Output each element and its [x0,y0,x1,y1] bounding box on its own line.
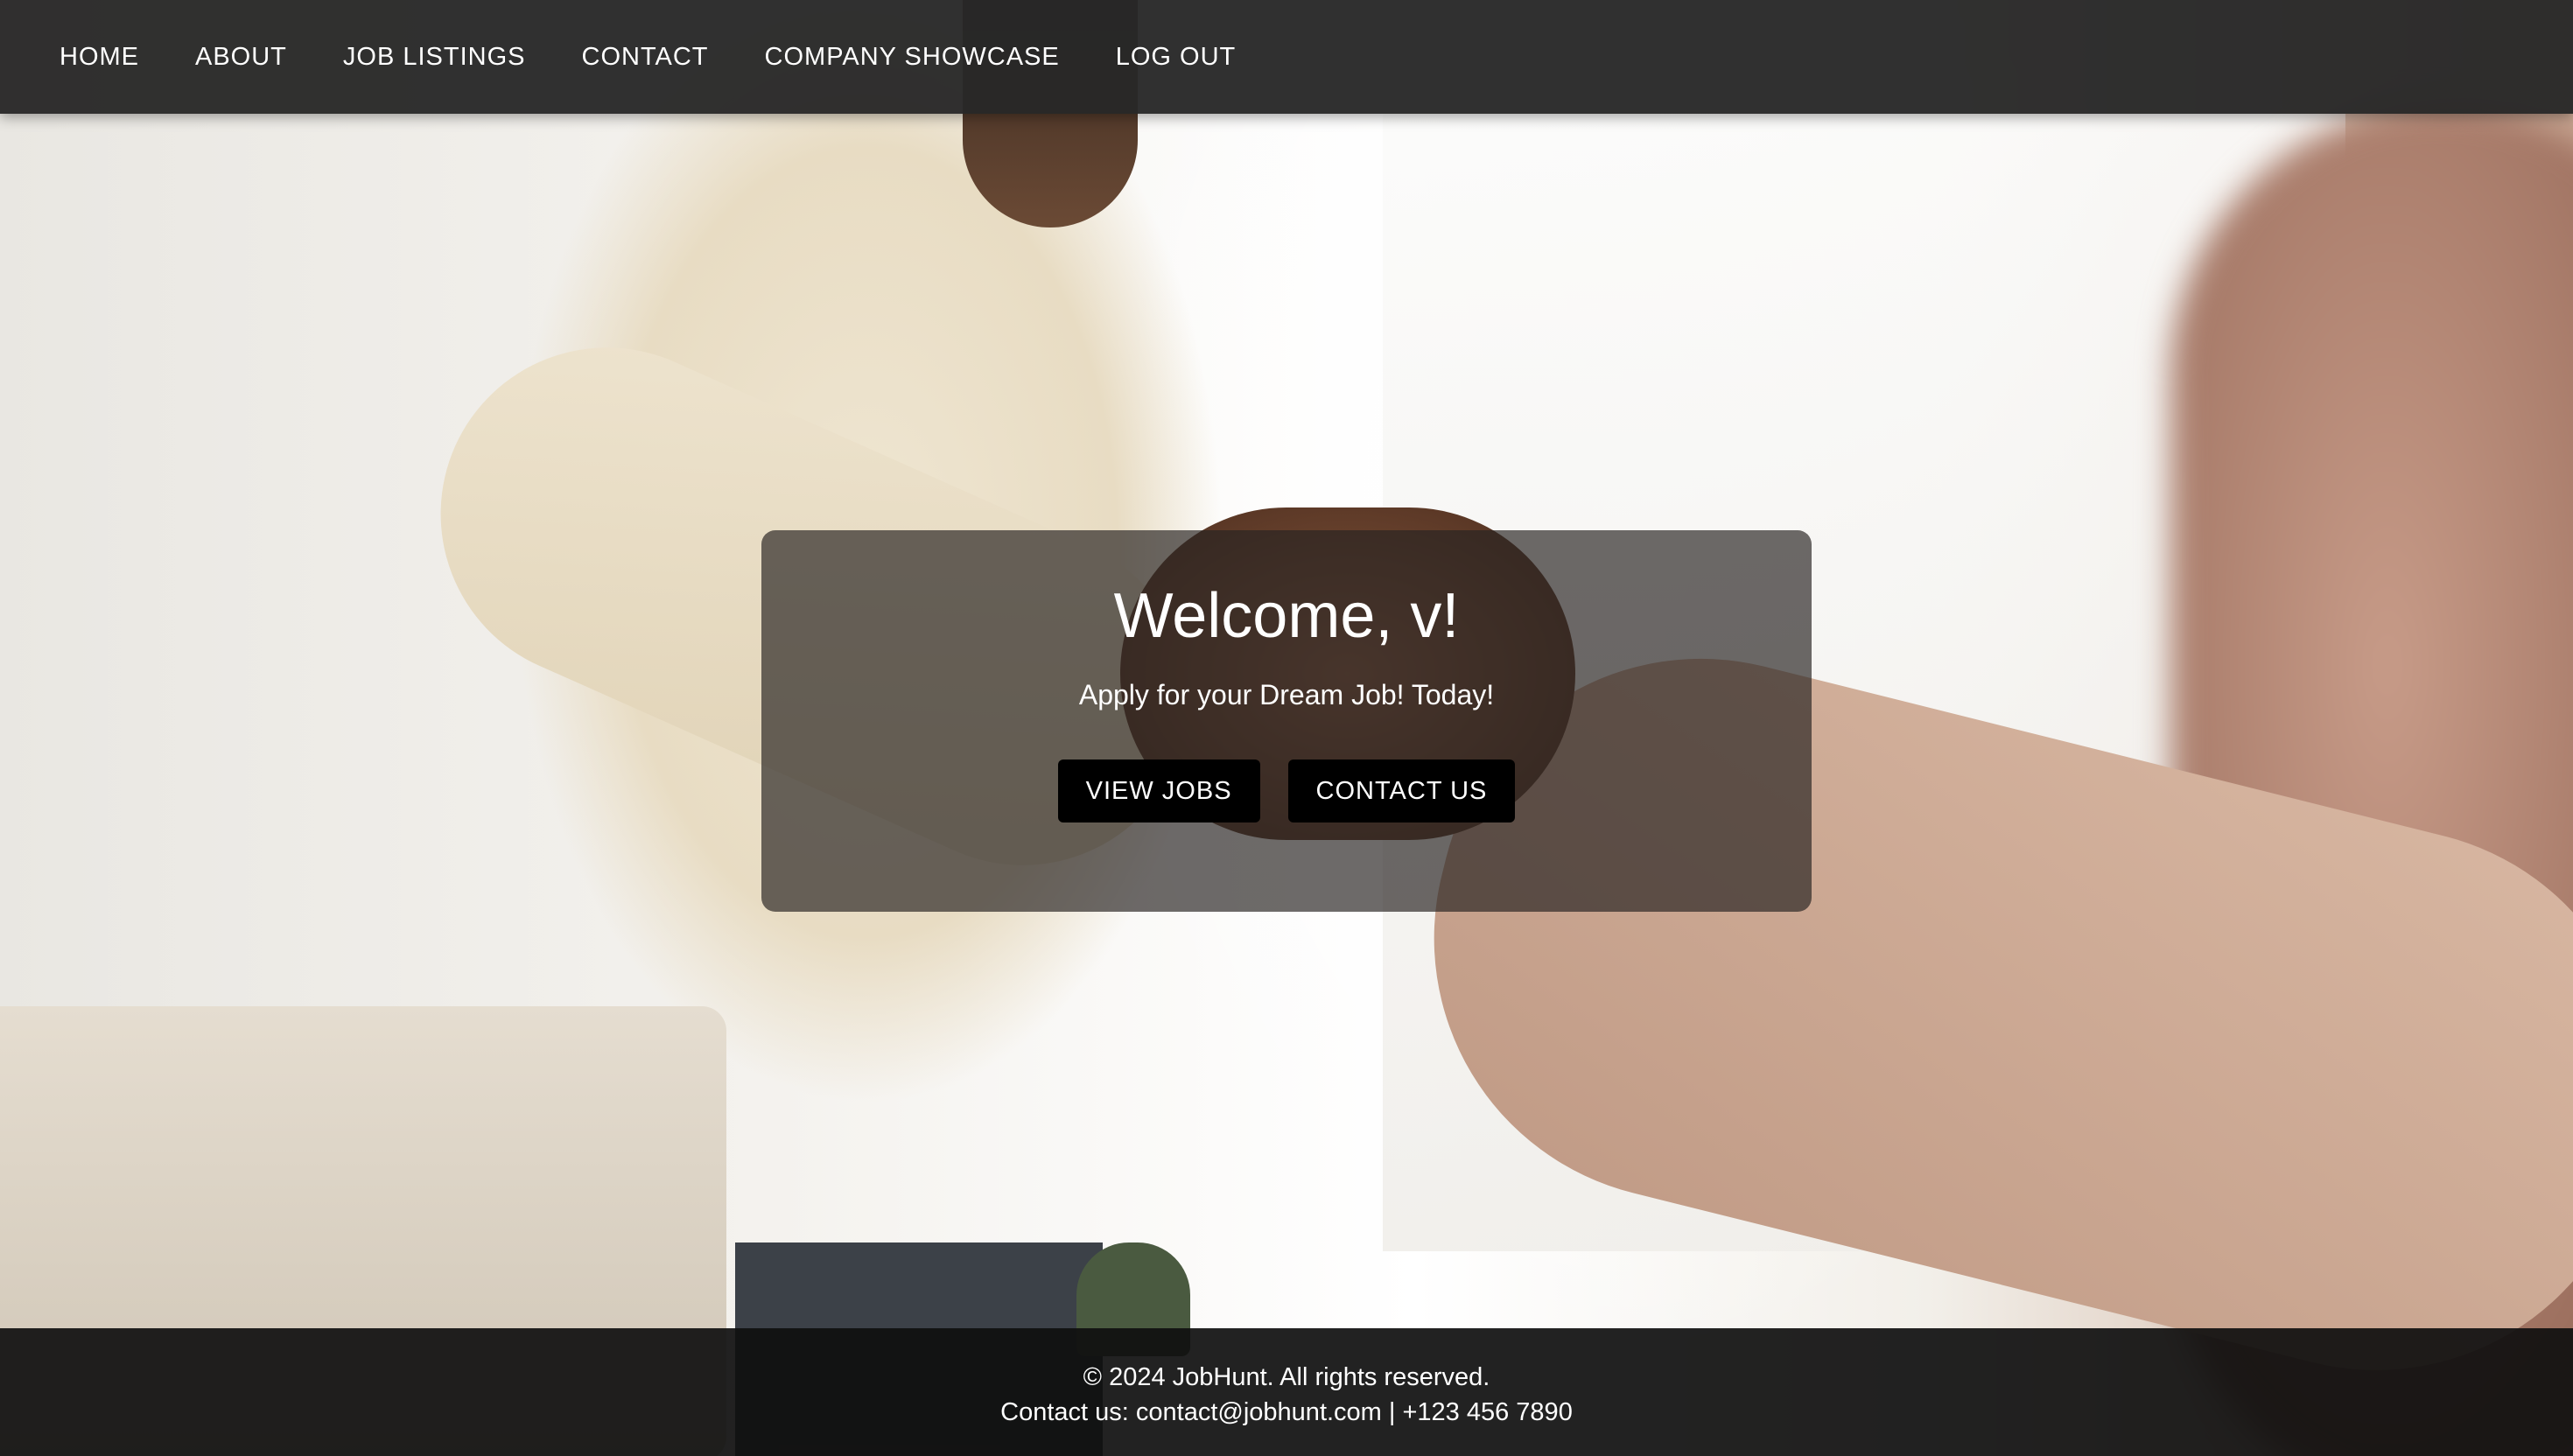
welcome-subtitle: Apply for your Dream Job! Today! [1078,679,1495,710]
footer-contact-info: Contact us: contact@jobhunt.com | +123 4… [1000,1398,1573,1426]
nav-link-about[interactable]: ABOUT [195,43,287,72]
hero-button-row: VIEW JOBS CONTACT US [761,760,1812,822]
welcome-card: Welcome, v! Apply for your Dream Job! To… [761,530,1812,912]
nav-link-home[interactable]: HOME [60,43,139,72]
view-jobs-button[interactable]: VIEW JOBS [1057,760,1260,822]
welcome-title: Welcome, v! [1113,581,1460,651]
contact-us-button[interactable]: CONTACT US [1287,760,1516,822]
top-navbar: HOME ABOUT JOB LISTINGS CONTACT COMPANY … [0,0,2573,114]
nav-link-contact[interactable]: CONTACT [582,43,709,72]
page-footer: © 2024 JobHunt. All rights reserved. Con… [0,1328,2573,1456]
footer-copyright: © 2024 JobHunt. All rights reserved. [1083,1363,1490,1391]
nav-link-log-out[interactable]: LOG OUT [1116,43,1237,72]
nav-link-company-showcase[interactable]: COMPANY SHOWCASE [765,43,1060,72]
nav-link-job-listings[interactable]: JOB LISTINGS [343,43,526,72]
